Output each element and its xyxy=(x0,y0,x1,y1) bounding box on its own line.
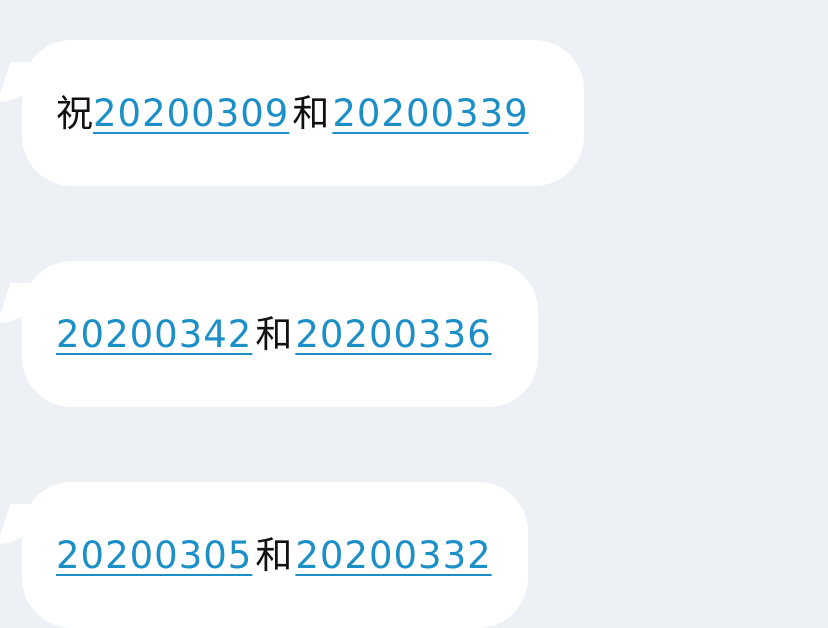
phone-number-link[interactable]: 20200342 xyxy=(56,316,252,353)
message-bubble: 祝 20200309 和 20200339 xyxy=(22,40,584,186)
phone-number-link[interactable]: 20200339 xyxy=(332,95,528,132)
message-bubble: 20200305 和 20200332 xyxy=(22,482,528,628)
message-text-separator: 和 xyxy=(255,312,293,356)
message-text-separator: 和 xyxy=(255,533,293,577)
phone-number-link[interactable]: 20200309 xyxy=(93,95,289,132)
message-bubble: 20200342 和 20200336 xyxy=(22,261,538,407)
message-text-prefix: 祝 xyxy=(56,91,93,135)
message-text-separator: 和 xyxy=(292,91,330,135)
phone-number-link[interactable]: 20200305 xyxy=(56,537,252,574)
phone-number-link[interactable]: 20200336 xyxy=(295,316,491,353)
phone-number-link[interactable]: 20200332 xyxy=(295,537,491,574)
